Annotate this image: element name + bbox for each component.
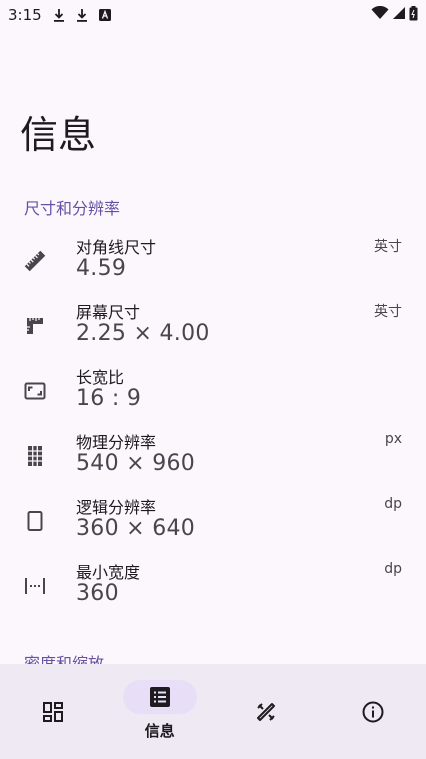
nav-item-dashboard[interactable] (0, 664, 107, 759)
rectangle-icon (22, 508, 48, 534)
nav-item-about[interactable] (320, 664, 426, 759)
row-label: 对角线尺寸 (76, 238, 157, 257)
row-value: 360 × 640 (76, 516, 196, 541)
tools-icon (234, 695, 298, 729)
battery-icon (409, 5, 418, 25)
download-icon (75, 7, 89, 23)
signal-icon (392, 6, 406, 24)
row-value: 540 × 960 (76, 451, 196, 476)
section-title-size-resolution: 尺寸和分辨率 (24, 199, 121, 218)
dashboard-icon (21, 695, 85, 729)
bottom-navigation: 信息 (0, 664, 426, 759)
info-icon (341, 695, 405, 729)
row-unit: dp (384, 561, 402, 577)
nav-item-info-list[interactable]: 信息 (107, 664, 214, 759)
ruler-square-icon (22, 313, 48, 339)
row-unit: dp (384, 496, 402, 512)
info-row-screen-size: 屏幕尺寸 2.25 × 4.00 英寸 (0, 299, 426, 361)
row-unit: 英寸 (374, 239, 402, 255)
download-icon (52, 7, 66, 23)
status-time: 3:15 (8, 6, 42, 24)
info-row-physical-resolution: 物理分辨率 540 × 960 px (0, 429, 426, 491)
row-label: 最小宽度 (76, 563, 141, 582)
grid-icon (22, 443, 48, 469)
info-row-logical-resolution: 逻辑分辨率 360 × 640 dp (0, 494, 426, 556)
aspect-ratio-icon (22, 378, 48, 404)
info-row-smallest-width: 最小宽度 360 dp (0, 559, 426, 621)
width-icon (22, 573, 48, 599)
row-unit: 英寸 (374, 304, 402, 320)
list-icon (122, 680, 197, 714)
row-label: 屏幕尺寸 (76, 303, 141, 322)
row-label: 逻辑分辨率 (76, 498, 157, 517)
page-title: 信息 (20, 113, 97, 157)
nav-label-info: 信息 (144, 722, 175, 740)
status-bar: 3:15 (0, 0, 426, 30)
row-label: 物理分辨率 (76, 433, 157, 452)
row-value: 360 (76, 581, 119, 606)
info-row-aspect-ratio: 长宽比 16 : 9 (0, 364, 426, 426)
info-row-diagonal: 对角线尺寸 4.59 英寸 (0, 234, 426, 296)
row-value: 4.59 (76, 256, 127, 281)
row-value: 16 : 9 (76, 386, 142, 411)
nav-item-tools[interactable] (213, 664, 320, 759)
ruler-diagonal-icon (22, 248, 48, 274)
wifi-icon (371, 5, 389, 24)
row-unit: px (384, 431, 402, 447)
a-badge-icon (98, 7, 112, 23)
row-value: 2.25 × 4.00 (76, 321, 210, 346)
row-label: 长宽比 (76, 368, 125, 387)
